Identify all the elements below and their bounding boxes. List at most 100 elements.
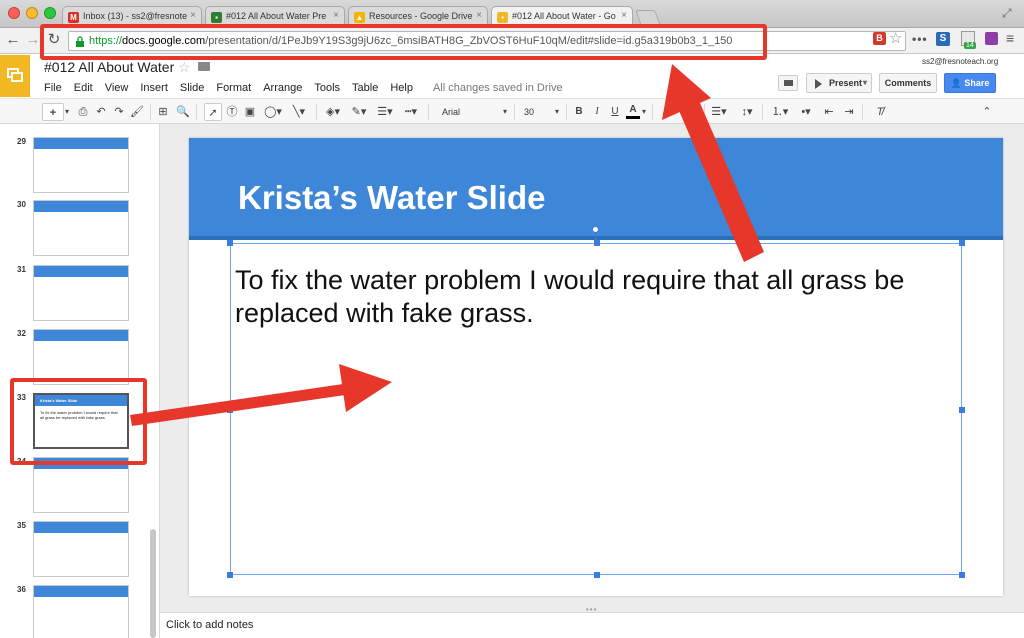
chevron-down-icon[interactable]: ▾ — [640, 103, 648, 121]
text-box-icon[interactable]: Ⓣ — [224, 103, 240, 121]
filmstrip-scrollbar[interactable] — [150, 529, 156, 638]
resize-handle[interactable] — [959, 572, 965, 578]
user-email[interactable]: ss2@fresnoteach.org — [922, 57, 998, 66]
screen: { "browser": { "tabs": [ {"label": "Inbo… — [0, 0, 1024, 638]
resize-handle[interactable] — [227, 407, 233, 413]
resize-handle[interactable] — [594, 240, 600, 246]
url-highlight-box — [40, 24, 767, 60]
browser-menu-icon[interactable]: ≡ — [1006, 30, 1014, 46]
slide-thumbnail-34[interactable]: 34 — [0, 457, 150, 521]
comment-icon[interactable] — [778, 75, 798, 91]
extension-b-icon[interactable]: B — [873, 32, 886, 45]
decrease-indent-icon[interactable]: ⇤ — [822, 103, 836, 121]
bold-button[interactable]: B — [572, 103, 586, 121]
slide-canvas[interactable]: Krista’s Water Slide To fix the water pr… — [189, 138, 1003, 596]
share-button[interactable]: 👤 Share — [944, 73, 996, 93]
underline-button[interactable]: U — [608, 103, 622, 121]
speaker-notes-placeholder[interactable]: Click to add notes — [166, 619, 253, 631]
chevron-down-icon[interactable]: ▾ — [863, 78, 867, 87]
slide-body-text[interactable]: To fix the water problem I would require… — [235, 264, 955, 330]
slide-thumbnail-30[interactable]: 30 — [0, 200, 150, 264]
extension-purple-icon[interactable] — [985, 32, 998, 45]
close-tab-icon[interactable]: × — [190, 10, 196, 21]
rotation-handle[interactable] — [592, 226, 599, 233]
new-slide-button[interactable]: + — [42, 103, 64, 121]
close-tab-icon[interactable]: × — [333, 10, 339, 21]
slide-thumbnail-35[interactable]: 35 — [0, 521, 150, 585]
zoom-icon[interactable]: 🔍 — [176, 103, 190, 121]
menu-arrange[interactable]: Arrange — [263, 82, 302, 94]
slide-thumbnail-29[interactable]: 29 — [0, 137, 150, 201]
close-tab-icon[interactable]: × — [621, 10, 627, 21]
menu-slide[interactable]: Slide — [180, 82, 204, 94]
line-icon[interactable]: ╲▾ — [288, 103, 310, 121]
present-button[interactable]: Present ▾ — [806, 73, 872, 93]
menu-table[interactable]: Table — [352, 82, 378, 94]
italic-button[interactable]: I — [590, 103, 604, 121]
bookmark-star-icon[interactable]: ☆ — [889, 29, 902, 47]
border-color-icon[interactable]: ✎▾ — [348, 103, 370, 121]
paint-format-icon[interactable]: 🖌 — [130, 103, 144, 121]
back-arrow-icon[interactable]: ← — [4, 31, 22, 49]
clear-formatting-icon[interactable]: T̸ — [872, 103, 888, 121]
fill-color-icon[interactable]: ◈▾ — [322, 103, 344, 121]
text-color-button[interactable]: A — [626, 103, 640, 119]
resize-handle[interactable] — [959, 407, 965, 413]
undo-icon[interactable]: ↶ — [94, 103, 108, 121]
bulleted-list-icon[interactable]: •▾ — [796, 103, 816, 121]
increase-indent-icon[interactable]: ⇥ — [842, 103, 856, 121]
share-person-icon: 👤 — [950, 78, 965, 88]
slides-logo-icon[interactable] — [0, 55, 30, 97]
star-icon[interactable]: ☆ — [178, 59, 191, 76]
comments-button[interactable]: Comments — [879, 73, 937, 93]
border-dash-icon[interactable]: ┅▾ — [400, 103, 422, 121]
menu-format[interactable]: Format — [216, 82, 251, 94]
chevron-down-icon[interactable]: ▾ — [552, 103, 562, 121]
slide-thumbnail-36[interactable]: 36 — [0, 585, 150, 638]
folder-icon[interactable] — [198, 62, 210, 71]
resize-handle[interactable] — [594, 572, 600, 578]
link-icon[interactable]: 🔗 — [660, 103, 678, 121]
chevron-down-icon[interactable]: ▾ — [500, 103, 510, 121]
numbered-list-icon[interactable]: ⒈▾ — [770, 103, 790, 121]
share-label: Share — [964, 78, 990, 88]
line-spacing-icon[interactable]: ↕▾ — [736, 103, 758, 121]
border-weight-icon[interactable]: ☰▾ — [374, 103, 396, 121]
minimize-window-button[interactable] — [26, 7, 38, 19]
menu-view[interactable]: View — [105, 82, 129, 94]
new-slide-menu-icon[interactable]: ▾ — [62, 103, 72, 121]
resize-handle[interactable] — [959, 240, 965, 246]
menu-help[interactable]: Help — [390, 82, 413, 94]
align-icon[interactable]: ☰▾ — [708, 103, 730, 121]
extension-s-icon[interactable]: S — [936, 32, 950, 46]
redo-icon[interactable]: ↷ — [112, 103, 126, 121]
select-cursor-icon[interactable]: ➚ — [204, 103, 222, 121]
format-toolbar: + ▾ ⎙ ↶ ↷ 🖌 ⊞ 🔍 ➚ Ⓣ ▣ ◯▾ ╲▾ ◈▾ ✎▾ ☰▾ ┅▾ … — [0, 98, 1024, 124]
slide-thumbnail-28[interactable] — [0, 124, 150, 128]
menu-insert[interactable]: Insert — [140, 82, 168, 94]
slide-thumbnail-31[interactable]: 31 — [0, 265, 150, 329]
close-window-button[interactable] — [8, 7, 20, 19]
document-title[interactable]: #012 All About Water — [44, 59, 174, 75]
font-size-select[interactable]: 30 — [524, 103, 554, 121]
shape-icon[interactable]: ◯▾ — [262, 103, 284, 121]
add-comment-icon[interactable]: ▭ — [682, 103, 700, 121]
menu-file[interactable]: File — [44, 82, 62, 94]
toolbar-divider — [514, 104, 515, 120]
menu-edit[interactable]: Edit — [74, 82, 93, 94]
calendar-badge: 14 — [964, 42, 976, 49]
extension-dots-icon[interactable]: ••• — [912, 32, 928, 46]
resize-handle[interactable] — [227, 572, 233, 578]
close-tab-icon[interactable]: × — [476, 10, 482, 21]
resize-handle[interactable] — [227, 240, 233, 246]
calendar-extension-icon[interactable]: 14 — [961, 31, 976, 49]
slide-title[interactable]: Krista’s Water Slide — [238, 179, 546, 217]
speaker-notes-panel[interactable]: Click to add notes — [160, 612, 1024, 638]
image-icon[interactable]: ▣ — [242, 103, 258, 121]
zoom-fit-icon[interactable]: ⊞ — [156, 103, 170, 121]
print-icon[interactable]: ⎙ — [76, 103, 90, 121]
menu-tools[interactable]: Tools — [314, 82, 340, 94]
fullscreen-icon[interactable]: ⤢ — [1002, 6, 1016, 20]
collapse-toolbar-icon[interactable]: ⌃ — [980, 103, 994, 121]
maximize-window-button[interactable] — [44, 7, 56, 19]
